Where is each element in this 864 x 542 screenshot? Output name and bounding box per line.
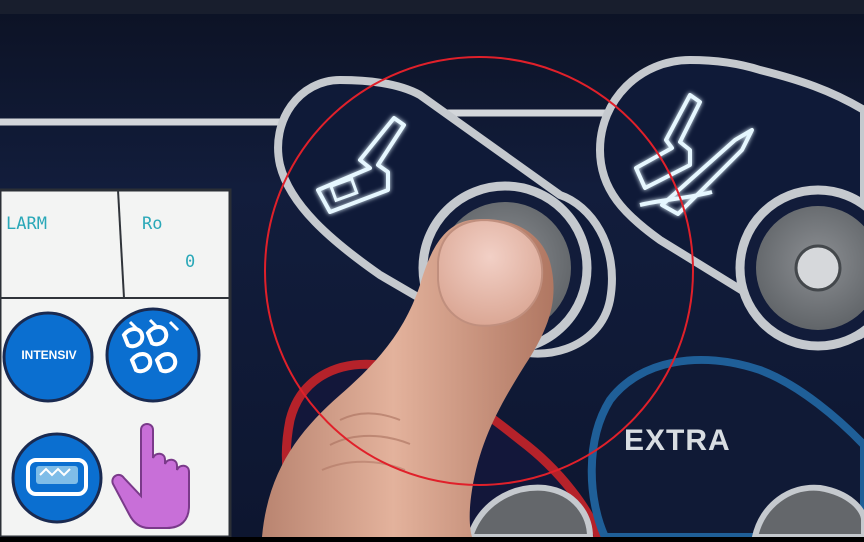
photo-scene: LARM Ro 0 INTENSIV EXTRA (0, 0, 864, 542)
lcd-touchscreen[interactable] (0, 188, 232, 539)
lcd-right-value: 0 (185, 252, 196, 272)
extra-label: EXTRA (624, 424, 731, 457)
water-drops-icon[interactable] (105, 307, 201, 403)
intensive-label: INTENSIV (21, 348, 77, 362)
lcd-alarm-cell: LARM (6, 214, 47, 234)
lcd-right-cell: Ro (142, 214, 163, 234)
wash-tray-icon[interactable] (11, 432, 103, 524)
